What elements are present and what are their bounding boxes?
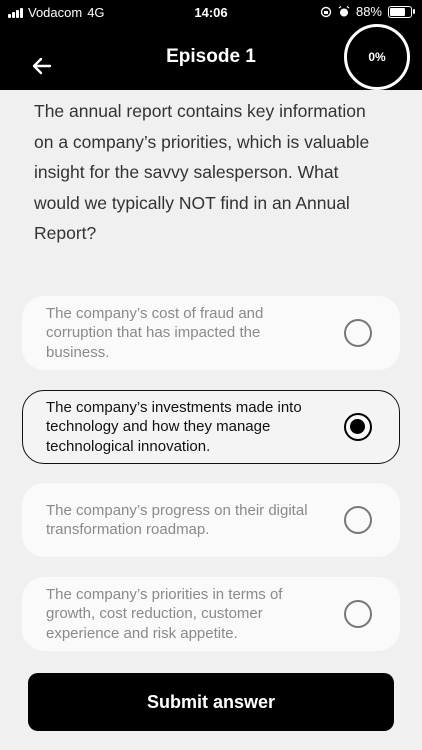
battery-percent: 88% (355, 4, 382, 19)
answer-option[interactable]: The company’s priorities in terms of gro… (22, 577, 400, 651)
battery-fill (390, 7, 405, 16)
progress-indicator: 0% (344, 24, 410, 90)
answer-option[interactable]: The company’s cost of fraud and corrupti… (22, 296, 400, 370)
answer-option-text: The company’s progress on their digital … (46, 501, 308, 539)
radio-button[interactable] (344, 506, 372, 534)
top-bar: Vodacom 4G 14:06 88% Episode 1 0% (0, 0, 422, 90)
answer-option[interactable]: The company’s progress on their digital … (22, 483, 400, 557)
status-bar: Vodacom 4G 14:06 88% (0, 0, 422, 24)
submit-answer-button[interactable]: Submit answer (28, 673, 394, 731)
answer-option-text: The company’s cost of fraud and corrupti… (46, 304, 264, 361)
answer-option-text: The company’s investments made into tech… (46, 398, 302, 455)
radio-button[interactable] (344, 413, 372, 441)
question-text: The annual report contains key informati… (34, 101, 370, 243)
answer-option-text: The company’s priorities in terms of gro… (46, 585, 283, 642)
answer-option[interactable]: The company’s investments made into tech… (22, 390, 400, 464)
radio-button[interactable] (344, 319, 372, 347)
status-right: 88% (320, 4, 415, 19)
orientation-lock-icon (320, 6, 332, 17)
battery-icon (388, 5, 415, 18)
radio-button[interactable] (344, 600, 372, 628)
alarm-icon (338, 5, 350, 16)
